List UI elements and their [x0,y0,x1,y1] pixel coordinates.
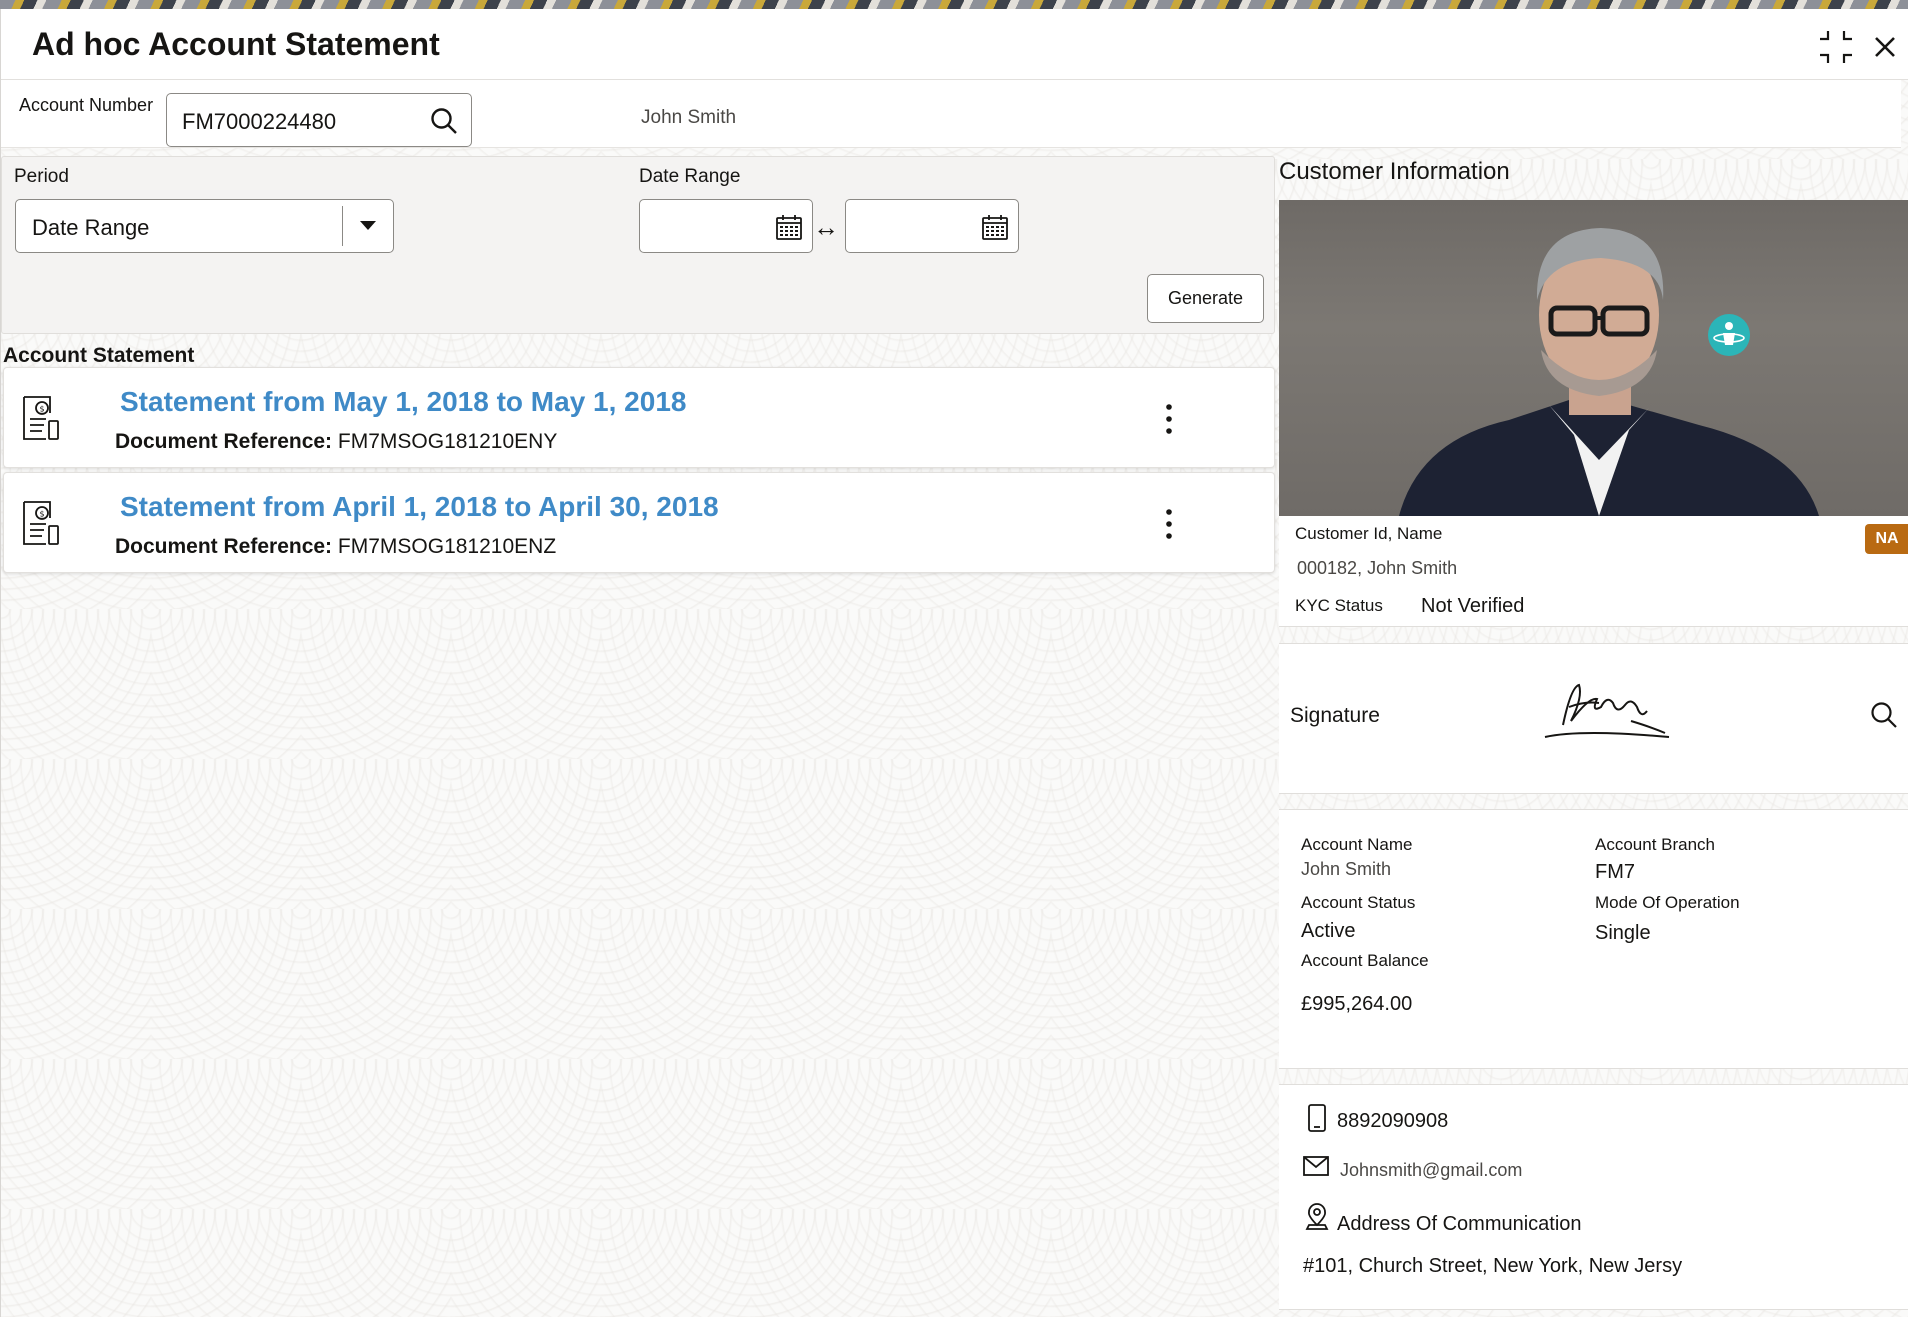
period-label: Period [14,166,69,187]
calendar-icon[interactable] [774,212,804,242]
page-title: Ad hoc Account Statement [32,26,440,62]
filter-panel: Period Date Range Date Range ↔ Generate [1,156,1275,334]
more-options-icon[interactable] [1161,402,1177,436]
email-address: Johnsmith@gmail.com [1340,1160,1523,1180]
from-date-input[interactable] [639,199,813,253]
mobile-phone-icon [1308,1104,1326,1132]
customer-id-name-label: Customer Id, Name [1295,524,1443,543]
generate-button[interactable]: Generate [1147,274,1264,323]
background-banner-strip [0,0,1908,9]
signature-label: Signature [1290,704,1380,727]
select-divider [342,206,343,246]
account-balance-value: £995,264.00 [1301,993,1413,1015]
address-label: Address Of Communication [1337,1213,1582,1235]
statement-card[interactable]: $ Statement from April 1, 2018 to April … [3,472,1275,573]
customer-summary-card: Customer Id, Name NA 000182, John Smith … [1279,516,1908,627]
document-reference-label: Document Reference: [115,535,333,558]
period-select[interactable]: Date Range [15,199,394,253]
more-options-icon[interactable] [1161,507,1177,541]
to-date-input[interactable] [845,199,1019,253]
account-branch-label: Account Branch [1595,835,1716,854]
account-holder-name: John Smith [641,107,737,128]
date-range-label: Date Range [639,166,741,187]
range-separator: ↔ [813,212,839,242]
document-reference-label: Document Reference: [115,430,333,453]
account-branch-value: FM7 [1595,861,1635,883]
chevron-down-icon[interactable] [360,221,376,230]
document-reference-value: FM7MSOG181210ENZ [337,535,557,558]
calendar-icon[interactable] [980,212,1010,242]
customer-photo [1279,200,1908,516]
kyc-status-value: Not Verified [1421,595,1525,617]
location-pin-icon [1305,1203,1329,1230]
mode-of-operation-value: Single [1595,922,1651,944]
statement-document-icon: $ [23,501,59,545]
statement-link[interactable]: Statement from May 1, 2018 to May 1, 201… [120,386,686,418]
statement-document-icon: $ [23,396,59,440]
statement-link[interactable]: Statement from April 1, 2018 to April 30… [120,491,719,523]
account-bar: Account Number FM7000224480 John Smith [1,80,1901,148]
svg-text:$: $ [40,510,45,519]
contact-details-card: 8892090908 Johnsmith@gmail.com Address O… [1279,1084,1908,1310]
statement-window: Ad hoc Account Statement Account Number … [0,9,1908,1317]
account-number-value: FM7000224480 [182,109,337,134]
kyc-status-label: KYC Status [1295,596,1383,615]
account-statement-title: Account Statement [3,344,195,367]
window-header: Ad hoc Account Statement [1,9,1908,80]
account-status-label: Account Status [1301,893,1416,912]
account-status-value: Active [1301,920,1356,942]
address-value: #101, Church Street, New York, New Jersy [1303,1255,1683,1277]
account-balance-label: Account Balance [1301,951,1429,970]
signature-image [1544,683,1670,738]
period-select-value: Date Range [32,215,150,240]
svg-text:$: $ [40,405,45,414]
customer-id-name-value: 000182, John Smith [1297,558,1458,578]
account-details-card: Account Name John Smith Account Status A… [1279,809,1908,1069]
email-icon [1303,1156,1329,1176]
document-reference-value: FM7MSOG181210ENY [337,430,558,453]
phone-number: 8892090908 [1337,1110,1449,1132]
mode-of-operation-label: Mode Of Operation [1595,893,1740,912]
search-icon[interactable] [1869,700,1899,730]
status-badge: NA [1865,524,1908,554]
document-reference: Document Reference: FM7MSOG181210ENZ [115,535,556,559]
compress-icon[interactable] [1818,29,1854,65]
document-reference: Document Reference: FM7MSOG181210ENY [115,430,557,454]
statement-card[interactable]: $ Statement from May 1, 2018 to May 1, 2… [3,367,1275,468]
close-icon[interactable] [1867,29,1903,65]
search-icon[interactable] [429,106,459,136]
account-name-value: John Smith [1301,859,1392,879]
account-number-input[interactable]: FM7000224480 [166,93,472,147]
account-name-label: Account Name [1301,835,1413,854]
account-number-label: Account Number [19,95,154,115]
signature-card: Signature [1279,643,1908,794]
customer-information-title: Customer Information [1279,158,1510,185]
